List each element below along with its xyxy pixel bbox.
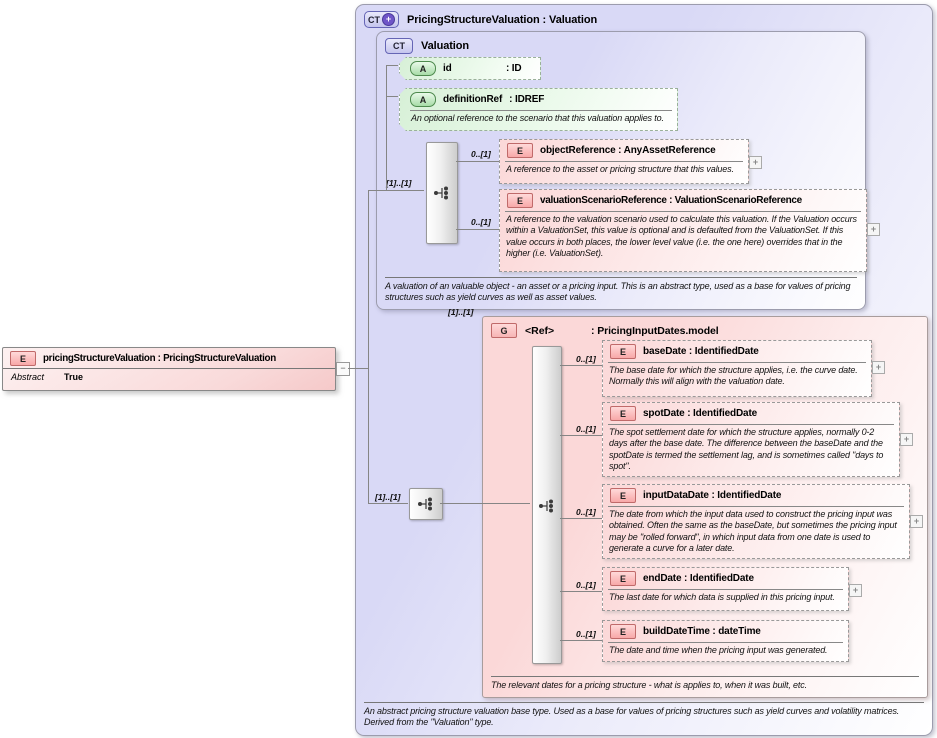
connector-line	[560, 518, 602, 519]
element-spot-date[interactable]: E spotDate : IdentifiedDate The spot set…	[602, 402, 900, 477]
group-name: <Ref>	[525, 325, 583, 337]
expand-icon[interactable]: +	[749, 156, 762, 169]
attribute-annotation: An optional reference to the scenario th…	[400, 111, 677, 128]
connector-line	[386, 65, 387, 190]
connector-line	[560, 640, 602, 641]
element-build-date-time[interactable]: E buildDateTime : dateTime The date and …	[602, 620, 849, 662]
connector-line	[560, 435, 602, 436]
valuation-title: Valuation	[421, 40, 469, 52]
element-title: buildDateTime : dateTime	[643, 626, 761, 637]
element-icon: E	[610, 406, 636, 421]
element-pricing-structure-valuation[interactable]: E pricingStructureValuation : PricingStr…	[2, 347, 336, 391]
element-annotation: The date and time when the pricing input…	[603, 643, 848, 660]
expand-icon[interactable]: +	[849, 584, 862, 597]
expand-icon[interactable]: +	[910, 515, 923, 528]
sequence-icon	[417, 497, 435, 511]
element-title: valuationScenarioReference : ValuationSc…	[540, 195, 802, 206]
sequence-icon	[433, 186, 451, 200]
cardinality-label: 0..[1]	[576, 354, 596, 364]
expand-icon[interactable]: +	[867, 223, 880, 236]
attribute-definition-ref[interactable]: A definitionRef : IDREF An optional refe…	[399, 88, 678, 131]
valuation-header: CT Valuation	[385, 38, 469, 54]
cardinality-label: [1]..[1]	[448, 307, 474, 317]
valuation-annotation: A valuation of an valuable object - an a…	[385, 277, 857, 304]
derived-plus-icon: +	[382, 13, 395, 26]
connector-line	[368, 190, 369, 504]
cardinality-label: 0..[1]	[576, 629, 596, 639]
connector-line	[368, 503, 408, 504]
attribute-type: : IDREF	[509, 94, 544, 105]
connector-line	[440, 503, 530, 504]
expand-icon[interactable]: +	[900, 433, 913, 446]
connector-line	[386, 65, 398, 66]
cardinality-label: 0..[1]	[471, 149, 491, 159]
connector-line	[560, 365, 602, 366]
element-title: inputDataDate : IdentifiedDate	[643, 490, 781, 501]
complex-type-header: CT + PricingStructureValuation : Valuati…	[364, 11, 597, 28]
abstract-label: Abstract	[11, 372, 44, 382]
element-annotation: The base date for which the structure ap…	[603, 363, 871, 392]
expand-icon[interactable]: +	[872, 361, 885, 374]
element-title: spotDate : IdentifiedDate	[643, 408, 757, 419]
connector-line	[348, 368, 368, 369]
element-icon: E	[507, 193, 533, 208]
element-input-data-date[interactable]: E inputDataDate : IdentifiedDate The dat…	[602, 484, 910, 559]
collapse-icon[interactable]: −	[336, 362, 350, 376]
connector-line	[456, 229, 499, 230]
connector-line	[386, 96, 398, 97]
cardinality-label: 0..[1]	[576, 424, 596, 434]
element-title: baseDate : IdentifiedDate	[643, 346, 759, 357]
element-title: objectReference : AnyAssetReference	[540, 145, 716, 156]
element-annotation: A reference to the asset or pricing stru…	[500, 162, 748, 179]
group-annotation: The relevant dates for a pricing structu…	[491, 676, 919, 692]
complex-type-valuation[interactable]: CT Valuation A id : ID A definitionRef :…	[376, 31, 866, 310]
attribute-id[interactable]: A id : ID	[399, 57, 541, 80]
element-title: pricingStructureValuation : PricingStruc…	[43, 353, 276, 364]
group-header: G <Ref> : PricingInputDates.model	[491, 323, 719, 338]
complex-type-icon: CT +	[364, 11, 399, 28]
element-icon: E	[610, 488, 636, 503]
cardinality-label: 0..[1]	[576, 580, 596, 590]
attribute-type: : ID	[506, 63, 522, 74]
element-icon: E	[610, 571, 636, 586]
abstract-facet-row: Abstract True	[3, 369, 335, 385]
attribute-icon: A	[410, 92, 436, 107]
complex-type-annotation: An abstract pricing structure valuation …	[364, 702, 924, 729]
element-icon: E	[507, 143, 533, 158]
group-type: : PricingInputDates.model	[591, 325, 719, 337]
element-end-date[interactable]: E endDate : IdentifiedDate The last date…	[602, 567, 849, 611]
abstract-value: True	[64, 372, 83, 382]
cardinality-label: 0..[1]	[576, 507, 596, 517]
element-icon: E	[10, 351, 36, 366]
attribute-icon: A	[410, 61, 436, 76]
group-icon: G	[491, 323, 517, 338]
complex-type-icon: CT	[385, 38, 413, 54]
cardinality-label: [1]..[1]	[375, 492, 401, 502]
cardinality-label: 0..[1]	[471, 217, 491, 227]
sequence-icon	[538, 499, 556, 513]
element-annotation: The spot settlement date for which the s…	[603, 425, 899, 476]
element-object-reference[interactable]: E objectReference : AnyAssetReference A …	[499, 139, 749, 184]
cardinality-label: [1]..[1]	[386, 178, 412, 188]
connector-line	[368, 190, 424, 191]
element-icon: E	[610, 344, 636, 359]
element-annotation: The last date for which data is supplied…	[603, 590, 848, 607]
sequence-compositor[interactable]	[409, 488, 443, 520]
connector-line	[456, 161, 499, 162]
complex-type-pricing-structure-valuation[interactable]: CT + PricingStructureValuation : Valuati…	[355, 4, 933, 736]
attribute-name: definitionRef	[443, 94, 502, 105]
attribute-name: id	[443, 63, 499, 74]
element-title: endDate : IdentifiedDate	[643, 573, 754, 584]
sequence-compositor[interactable]	[532, 346, 562, 664]
sequence-compositor[interactable]	[426, 142, 458, 244]
element-base-date[interactable]: E baseDate : IdentifiedDate The base dat…	[602, 340, 872, 397]
element-valuation-scenario-reference[interactable]: E valuationScenarioReference : Valuation…	[499, 189, 867, 272]
group-pricing-input-dates[interactable]: G <Ref> : PricingInputDates.model 0..[1]…	[482, 316, 928, 698]
element-icon: E	[610, 624, 636, 639]
element-annotation: A reference to the valuation scenario us…	[500, 212, 866, 263]
complex-type-title: PricingStructureValuation : Valuation	[407, 14, 597, 26]
connector-line	[560, 591, 602, 592]
element-annotation: The date from which the input data used …	[603, 507, 909, 558]
